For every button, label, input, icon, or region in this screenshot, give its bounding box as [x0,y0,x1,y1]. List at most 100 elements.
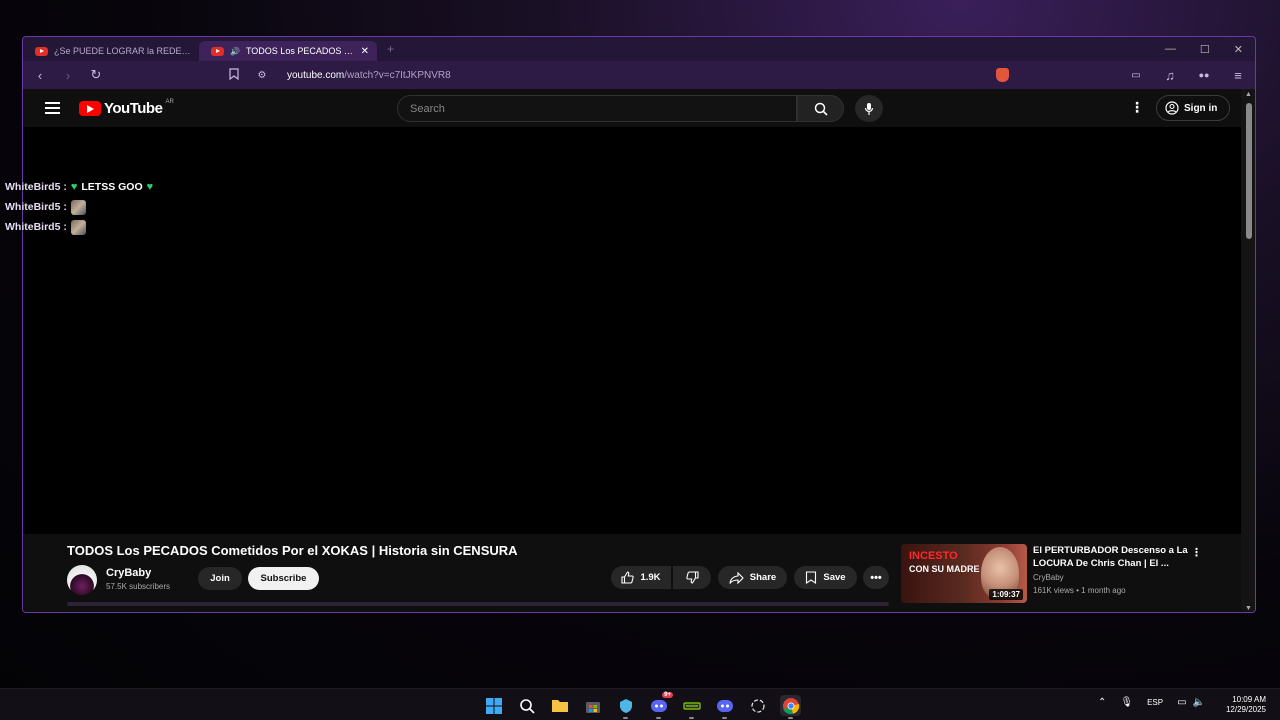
clock-date: 12/29/2025 [1225,705,1266,714]
wallet-icon[interactable]: ●● [1197,70,1211,80]
more-actions-button[interactable]: ••• [863,566,889,589]
url-field[interactable]: youtube.com/watch?v=c7ItJKPNVR8 [287,70,451,81]
save-label: Save [823,572,846,583]
window-controls: — ☐ ✕ [1165,43,1255,56]
taskbar-apps: 9+ [483,692,801,719]
address-bar: ‹ › ↻ ⚙ youtube.com/watch?v=c7ItJKPNVR8 … [23,61,1255,89]
masthead: YouTube AR ⋮ Sign in [23,89,1241,127]
discord-icon[interactable] [714,695,735,719]
voice-search-button[interactable] [855,95,883,122]
running-indicator [689,717,694,719]
volume-icon[interactable]: 🔈 [1193,697,1205,708]
thumbs-down-icon [685,571,699,584]
search-icon [814,102,828,116]
maximize-icon[interactable]: ☐ [1200,43,1210,56]
music-icon[interactable]: ♫ [1163,68,1177,83]
speaker-icon[interactable]: 🔊 [230,47,240,56]
chat-text: LETSS GOO [81,181,143,193]
emote-icon [70,199,86,215]
discord-icon[interactable]: 9+ [648,692,673,719]
tab-title: ¿Se PUEDE LOGRAR la REDENCIÓN? [54,46,191,56]
search-input[interactable] [398,96,796,121]
tab-redencion[interactable]: ¿Se PUEDE LOGRAR la REDENCIÓN? [23,41,199,61]
tab-title: TODOS Los PECADOS Cometi [245,46,355,56]
app-icon[interactable] [615,695,636,719]
share-label: Share [749,572,777,583]
site-settings-icon[interactable]: ⚙ [255,70,269,81]
thumb-text-line2: CON SU MADRE [909,564,980,574]
settings-kebab-icon[interactable]: ⋮ [1130,100,1144,114]
dislike-button[interactable] [673,566,711,589]
file-explorer-icon[interactable] [549,695,570,716]
menu-icon[interactable]: ≡ [1231,68,1245,83]
minimize-icon[interactable]: — [1165,43,1176,56]
clock[interactable]: 10:09 AM 12/29/2025 [1218,695,1266,715]
scroll-down-icon[interactable]: ▼ [1245,605,1252,612]
youtube-favicon-icon [211,46,224,56]
youtube-page: YouTube AR ⋮ Sign in TODOS Los PECADOS C… [23,89,1241,612]
logo-text: YouTube [104,100,163,117]
microphone-icon[interactable]: 🎙 [1120,697,1133,708]
search-button[interactable] [797,95,844,122]
like-button[interactable]: 1.9K [611,566,671,589]
sidebar-icon[interactable]: ▭ [1129,70,1143,81]
subscribe-button[interactable]: Subscribe [248,567,319,590]
recommended-thumbnail[interactable]: INCESTO CON SU MADRE 1:09:37 [901,544,1027,603]
recommended-kebab-icon[interactable]: ⋮ [1191,546,1202,559]
thumbs-up-icon [621,571,635,584]
microsoft-store-icon[interactable] [582,695,603,716]
recommended-channel[interactable]: CryBaby [1033,573,1064,582]
reload-icon[interactable]: ↻ [89,67,103,83]
forward-icon[interactable]: › [61,68,75,83]
taskbar: 9+ ⌃ 🎙 ESP ▭ 🔈 10:09 AM 12/29/2025 [0,688,1280,720]
chrome-icon[interactable] [780,695,801,719]
country-code: AR [165,98,174,105]
channel-avatar[interactable] [67,565,97,595]
back-icon[interactable]: ‹ [33,68,47,83]
new-tab-button[interactable]: + [387,42,394,56]
close-tab-icon[interactable]: ✕ [361,46,369,57]
tab-pecados[interactable]: 🔊 TODOS Los PECADOS Cometi ✕ [199,41,377,61]
network-icon[interactable]: ▭ [1177,697,1186,708]
close-window-icon[interactable]: ✕ [1234,43,1243,56]
chat-message: WhiteBird5 : [5,197,153,217]
scrollbar-thumb[interactable] [1246,103,1252,239]
join-button[interactable]: Join [198,567,242,590]
scroll-up-icon[interactable]: ▲ [1245,91,1252,98]
chat-message: WhiteBird5 : [5,217,153,237]
save-button[interactable]: Save [794,566,857,589]
account-icon [1165,101,1179,115]
sign-in-button[interactable]: Sign in [1156,95,1230,121]
chat-username: WhiteBird5 : [5,221,67,233]
share-button[interactable]: Share [718,566,787,589]
mic-icon [864,102,874,115]
video-duration: 1:09:37 [989,589,1023,600]
notification-badge: 9+ [662,692,673,698]
search-icon[interactable] [516,695,537,716]
youtube-logo[interactable]: YouTube AR [79,98,174,117]
share-icon [729,571,744,584]
description-box[interactable] [67,602,889,606]
address-bar-actions: ▭ ♫ ●● ≡ [996,68,1245,83]
windows-start-icon[interactable] [483,695,504,716]
tray-chevron-up-icon[interactable]: ⌃ [1098,697,1106,708]
recommended-meta: 161K views • 1 month ago [1033,586,1126,595]
video-info: TODOS Los PECADOS Cometidos Por el XOKAS… [23,534,1241,612]
green-heart-icon: ♥ [70,181,78,193]
save-playlist-icon [806,571,817,584]
chat-username: WhiteBird5 : [5,181,67,193]
hamburger-menu-icon[interactable] [45,102,60,114]
openai-icon[interactable] [747,695,768,716]
chat-message: WhiteBird5 : ♥ LETSS GOO ♥ [5,177,153,197]
bookmark-icon[interactable] [227,67,241,83]
video-player[interactable] [23,127,1241,534]
nvidia-icon[interactable] [681,695,702,719]
page-scrollbar[interactable]: ▲ ▼ [1241,89,1255,612]
emote-icon [70,219,86,235]
input-language[interactable]: ESP [1147,698,1163,707]
recommended-title[interactable]: El PERTURBADOR Descenso a La LOCURA De C… [1033,544,1188,570]
system-tray: ⌃ 🎙 ESP ▭ 🔈 [1098,697,1205,708]
browser-window: ¿Se PUEDE LOGRAR la REDENCIÓN? 🔊 TODOS L… [22,36,1256,613]
channel-name[interactable]: CryBaby [106,567,151,579]
brave-shield-icon[interactable] [996,68,1009,82]
